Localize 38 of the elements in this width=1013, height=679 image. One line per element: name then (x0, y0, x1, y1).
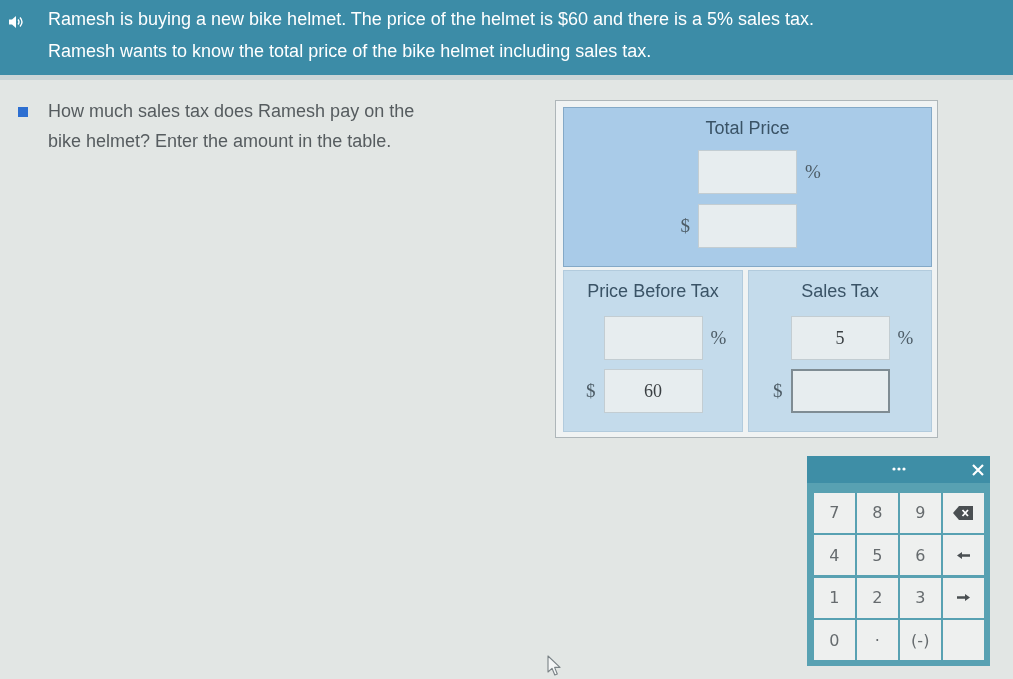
left-arrow-icon (956, 551, 970, 559)
keypad-key[interactable]: 8 (857, 492, 898, 533)
unit-label: % (896, 327, 915, 349)
unit-label: $ (585, 380, 597, 402)
keypad-key[interactable]: 6 (900, 535, 941, 575)
mouse-pointer-icon (547, 655, 561, 676)
backspace-icon (953, 505, 974, 520)
keypad-key[interactable]: 1 (814, 577, 855, 618)
keypad-key[interactable]: 5 (857, 535, 898, 575)
keypad-key[interactable]: . (857, 620, 898, 660)
backspace-key[interactable] (943, 492, 984, 533)
question-text: How much sales tax does Ramesh pay on the bike helmet? Enter the amount in the table. (48, 100, 416, 153)
cell-heading: Total Price (705, 117, 790, 140)
close-icon[interactable] (972, 464, 984, 476)
cell-heading: Price Before Tax (587, 280, 719, 303)
left-arrow-key[interactable] (943, 535, 984, 575)
unit-label: % (709, 327, 728, 349)
right-arrow-key[interactable] (943, 577, 984, 618)
answer-box[interactable]: 60 (603, 369, 703, 413)
prompt-text: Ramesh is buying a new bike helmet. The price of the helmet is $60 and there is a 5% sales tax. Ramesh wants to know the total price of the bike helmet including sales tax. (48, 8, 815, 63)
keypad-key[interactable]: 4 (814, 535, 855, 575)
keypad-key[interactable]: (-) (900, 620, 941, 660)
square-bullet-icon (18, 107, 28, 117)
keypad-key[interactable]: 7 (814, 492, 855, 533)
keypad-key[interactable]: 9 (900, 492, 941, 533)
unit-label: % (804, 161, 822, 183)
right-arrow-icon (956, 594, 970, 601)
unit-label: $ (679, 215, 691, 237)
answer-box[interactable] (790, 369, 890, 413)
speaker-icon[interactable] (8, 15, 23, 29)
keypad-key[interactable]: 3 (900, 577, 941, 618)
cell-heading: Sales Tax (801, 280, 879, 303)
keypad-key[interactable]: 2 (857, 577, 898, 618)
drag-handle-icon[interactable] (891, 467, 906, 472)
unit-label: $ (772, 380, 784, 402)
keypad-key[interactable]: 0 (814, 620, 855, 660)
answer-box[interactable]: 5 (790, 316, 890, 360)
empty-key (943, 620, 984, 660)
